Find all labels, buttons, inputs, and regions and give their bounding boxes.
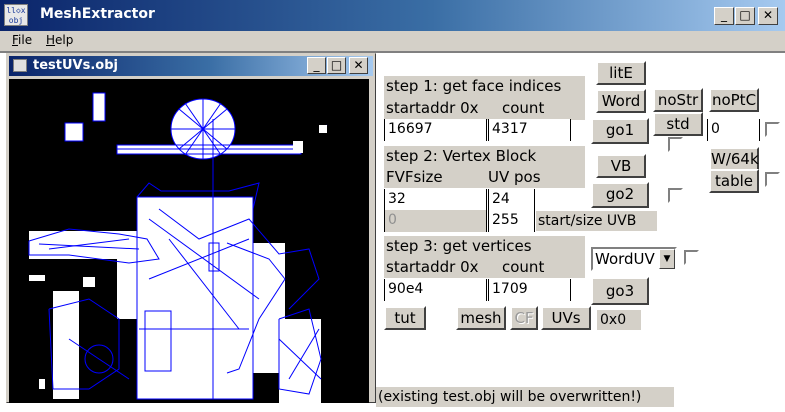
uv-format-checkbox[interactable] — [684, 250, 699, 265]
ptc-checkbox[interactable] — [765, 122, 780, 137]
child-window-title: testUVs.obj — [33, 58, 118, 73]
hex-readout: 0x0 — [597, 310, 641, 330]
uvb-size-input[interactable]: 255 — [488, 210, 535, 232]
uvb-label: start/size UVB — [536, 211, 657, 231]
table-checkbox[interactable] — [765, 172, 780, 187]
go2-button[interactable]: go2 — [591, 182, 649, 208]
child-maximize-button[interactable]: □ — [327, 57, 346, 74]
w64k-button[interactable]: W/64k — [709, 147, 759, 171]
menu-help[interactable]: Help — [46, 33, 73, 47]
menu-bar: File Help — [0, 31, 785, 51]
step2-panel: step 2: Vertex Block FVFsize UV pos — [384, 146, 585, 188]
child-close-button[interactable]: ✕ — [349, 57, 368, 74]
tut-button[interactable]: tut — [384, 306, 426, 330]
window-title: MeshExtractor — [40, 6, 155, 22]
go3-button[interactable]: go3 — [591, 277, 649, 305]
title-bar[interactable]: ll◇x obj MeshExtractor _ □ ✕ — [0, 0, 785, 31]
close-button[interactable]: ✕ — [758, 7, 778, 25]
uvs-button[interactable]: UVs — [541, 306, 591, 330]
step3-startaddr-input[interactable]: 90e4 — [384, 279, 487, 301]
app-icon: ll◇x obj — [4, 4, 28, 26]
step1-startaddr-input[interactable]: 16697 — [384, 119, 487, 141]
std-checkbox[interactable] — [668, 137, 683, 152]
fvf-size-input[interactable]: 32 — [384, 189, 487, 211]
menu-file[interactable]: File — [12, 33, 32, 47]
step3-count-label: count — [502, 258, 545, 276]
vb-button[interactable]: VB — [596, 154, 646, 178]
obj-file-icon — [13, 59, 27, 72]
step3-count-input[interactable]: 1709 — [488, 279, 571, 301]
step3-addr-label: startaddr 0x — [386, 258, 479, 276]
nostr-button[interactable]: noStr — [653, 88, 703, 112]
maximize-button[interactable]: □ — [735, 7, 755, 25]
status-message: (existing test.obj will be overwritten!) — [376, 387, 674, 407]
step1-panel: step 1: get face indices startaddr 0x co… — [384, 76, 585, 120]
uv-format-select[interactable]: WordUV ▼ — [591, 247, 677, 271]
step3-title: step 3: get vertices — [386, 237, 532, 255]
step1-count-input[interactable]: 4317 — [488, 119, 571, 141]
chevron-down-icon[interactable]: ▼ — [659, 249, 675, 269]
app-window: ll◇x obj MeshExtractor _ □ ✕ File Help t… — [0, 0, 785, 412]
child-title-bar[interactable]: testUVs.obj _ □ ✕ — [9, 56, 373, 76]
uv-pos-input[interactable]: 24 — [488, 189, 535, 211]
cf-button: CF — [510, 306, 538, 330]
noptc-button[interactable]: noPtC — [709, 88, 759, 112]
lite-button[interactable]: litE — [596, 61, 646, 85]
uv-wireframe — [28, 92, 328, 403]
std-button[interactable]: std — [653, 112, 703, 136]
child-minimize-button[interactable]: _ — [307, 57, 326, 74]
uv-mesh-viewport[interactable] — [9, 79, 369, 403]
step3-panel: step 3: get vertices startaddr 0x count — [384, 236, 585, 278]
step1-count-label: count — [502, 99, 545, 117]
step2-title: step 2: Vertex Block — [386, 147, 537, 165]
ptc-input[interactable]: 0 — [707, 119, 760, 141]
uv-format-value: WordUV — [595, 250, 655, 268]
table-button[interactable]: table — [709, 169, 759, 193]
word-button[interactable]: Word — [596, 89, 646, 113]
step2-fvf-label: FVFsize — [386, 168, 443, 186]
step1-title: step 1: get face indices — [386, 77, 562, 95]
uvb-start-input: 0 — [384, 210, 487, 232]
go2-checkbox[interactable] — [668, 188, 683, 203]
go1-button[interactable]: go1 — [591, 118, 649, 144]
step1-addr-label: startaddr 0x — [386, 99, 479, 117]
mesh-button[interactable]: mesh — [456, 306, 506, 330]
step2-uvpos-label: UV pos — [488, 168, 541, 186]
minimize-button[interactable]: _ — [714, 7, 734, 25]
